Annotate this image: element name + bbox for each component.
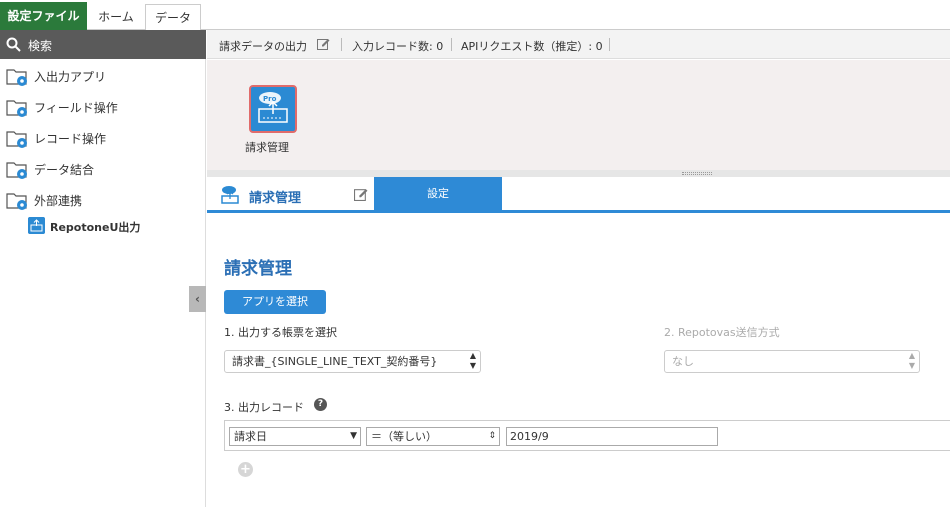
- send-method-select[interactable]: なし ▲ ▼: [664, 350, 920, 373]
- sidebar-item-label: 入出力アプリ: [34, 70, 107, 84]
- condition-field-select[interactable]: 請求日 ▼: [229, 427, 361, 446]
- top-tab-bar: 設定ファイル ホーム データ: [0, 0, 950, 30]
- search-icon: [6, 37, 21, 52]
- edit-icon[interactable]: [317, 37, 330, 50]
- help-icon[interactable]: ?: [314, 398, 327, 411]
- collapse-sidebar-button[interactable]: ‹: [189, 286, 206, 312]
- flow-node-label: 請求管理: [245, 141, 289, 154]
- repotone-icon: [28, 217, 45, 234]
- tab-settings[interactable]: 設定: [374, 177, 502, 210]
- api-request-count: APIリクエスト数（推定）: 0: [461, 40, 603, 53]
- chevron-down-icon: ▼: [350, 431, 357, 441]
- sidebar-item-label: フィールド操作: [34, 101, 118, 115]
- condition-operator-value: ＝（等しい）: [371, 430, 437, 443]
- panel-title: 請求管理: [249, 191, 302, 206]
- folder-gear-icon: [6, 193, 27, 210]
- sidebar-item-external[interactable]: 外部連携: [6, 189, 196, 213]
- sidebar: 検索 入出力アプリ フィールド操作 レコード操作 データ結合 外部連携 Repo…: [0, 30, 206, 507]
- tab-data[interactable]: データ: [145, 4, 201, 30]
- panel-header: 請求管理 設定: [207, 177, 950, 213]
- pro-badge: Pro: [263, 95, 277, 103]
- section-title: 請求管理: [224, 259, 292, 279]
- add-condition-button[interactable]: +: [238, 462, 253, 477]
- step3-label: 3. 出力レコード: [224, 401, 304, 414]
- repotone-pro-icon: Pro: [258, 92, 288, 123]
- repotone-panel-icon: [221, 186, 239, 204]
- condition-field-value: 請求日: [234, 430, 267, 443]
- sidebar-item-label: データ結合: [34, 163, 95, 177]
- tab-home[interactable]: ホーム: [90, 4, 142, 30]
- send-method-value: なし: [672, 355, 694, 368]
- sidebar-item-data-join[interactable]: データ結合: [6, 158, 196, 182]
- form-template-select[interactable]: 請求書_{SINGLE_LINE_TEXT_契約番号} ▲ ▼: [224, 350, 481, 373]
- condition-row: 請求日 ▼ ＝（等しい） ⇕ 2019/9: [224, 420, 950, 451]
- form-template-value: 請求書_{SINGLE_LINE_TEXT_契約番号}: [232, 355, 438, 368]
- record-count: 入力レコード数: 0: [352, 40, 444, 53]
- flow-node-billing[interactable]: Pro: [249, 85, 297, 133]
- search-label: 検索: [28, 39, 53, 53]
- folder-gear-icon: [6, 162, 27, 179]
- select-arrows-icon: ▲ ▼: [908, 351, 915, 370]
- sidebar-item-record-ops[interactable]: レコード操作: [6, 127, 196, 151]
- condition-operator-select[interactable]: ＝（等しい） ⇕: [366, 427, 500, 446]
- flow-title: 請求データの出力: [219, 40, 307, 53]
- main-header: 請求データの出力 入力レコード数: 0 APIリクエスト数（推定）: 0: [207, 30, 950, 59]
- edit-icon[interactable]: [354, 187, 368, 201]
- sidebar-item-io-app[interactable]: 入出力アプリ: [6, 65, 196, 89]
- divider: [451, 38, 452, 51]
- select-arrows-icon: ⇕: [488, 431, 496, 441]
- step2-label: 2. Repotovas送信方式: [664, 326, 780, 339]
- select-app-button[interactable]: アプリを選択: [224, 290, 326, 314]
- select-arrows-icon: ▲ ▼: [469, 351, 476, 370]
- divider: [609, 38, 610, 51]
- condition-value-input[interactable]: 2019/9: [506, 427, 718, 446]
- sidebar-item-label: レコード操作: [34, 132, 107, 146]
- panel-resize-handle[interactable]: [207, 170, 950, 177]
- sidebar-item-field-ops[interactable]: フィールド操作: [6, 96, 196, 120]
- sidebar-item-label: RepotoneU出力: [50, 221, 141, 234]
- folder-gear-icon: [6, 131, 27, 148]
- flow-canvas[interactable]: Pro 請求管理: [207, 60, 950, 170]
- search-bar[interactable]: 検索: [0, 30, 206, 59]
- sidebar-item-repotoneu-output[interactable]: RepotoneU出力: [28, 217, 198, 237]
- sidebar-item-label: 外部連携: [34, 194, 83, 208]
- tab-settings-file[interactable]: 設定ファイル: [0, 2, 87, 30]
- folder-gear-icon: [6, 69, 27, 86]
- step1-label: 1. 出力する帳票を選択: [224, 326, 337, 339]
- folder-gear-icon: [6, 100, 27, 117]
- divider: [341, 38, 342, 51]
